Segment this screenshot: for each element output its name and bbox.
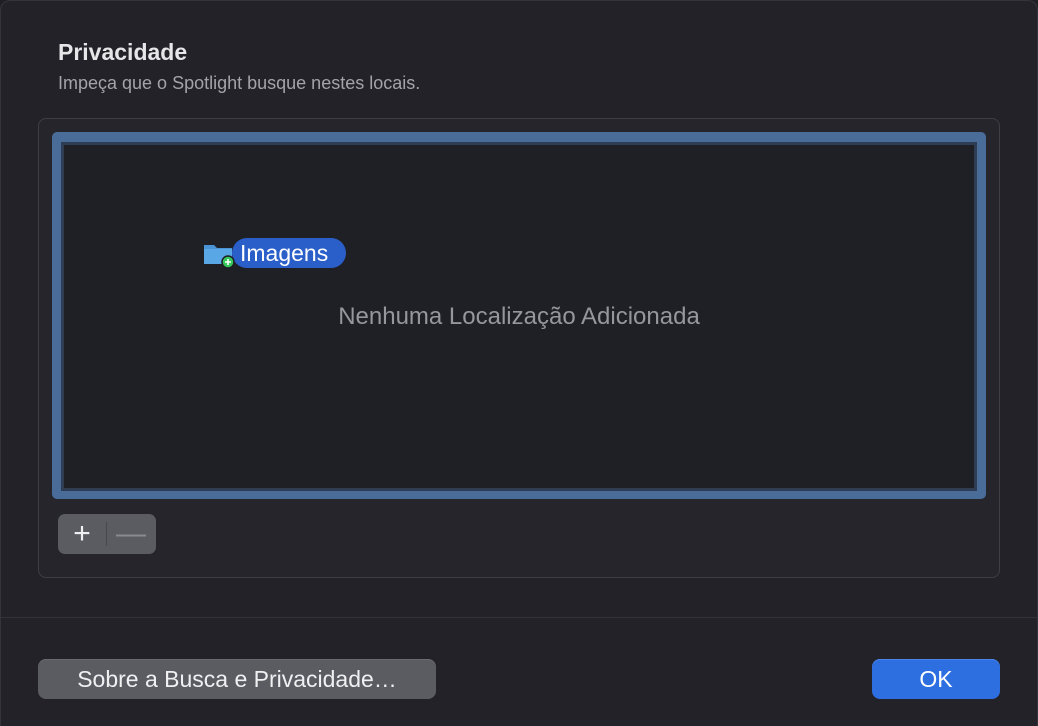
- add-location-button[interactable]: +: [58, 514, 106, 554]
- privacy-sheet: Privacidade Impeça que o Spotlight busqu…: [0, 0, 1038, 726]
- dragging-folder-label: Imagens: [232, 238, 347, 268]
- excluded-locations-list[interactable]: Nenhuma Localização Adicionada Imagens: [61, 142, 977, 491]
- empty-list-message: Nenhuma Localização Adicionada: [338, 303, 700, 330]
- dragging-folder-item[interactable]: Imagens: [202, 236, 347, 270]
- page-title: Privacidade: [58, 39, 188, 65]
- add-remove-control: + —: [58, 514, 156, 554]
- about-search-privacy-button[interactable]: Sobre a Busca e Privacidade…: [38, 659, 436, 699]
- remove-location-button[interactable]: —: [107, 514, 155, 554]
- footer-divider: [1, 617, 1037, 618]
- folder-icon: [202, 236, 236, 270]
- ok-button[interactable]: OK: [872, 659, 1000, 699]
- page-subtitle: Impeça que o Spotlight busque nestes loc…: [58, 73, 421, 93]
